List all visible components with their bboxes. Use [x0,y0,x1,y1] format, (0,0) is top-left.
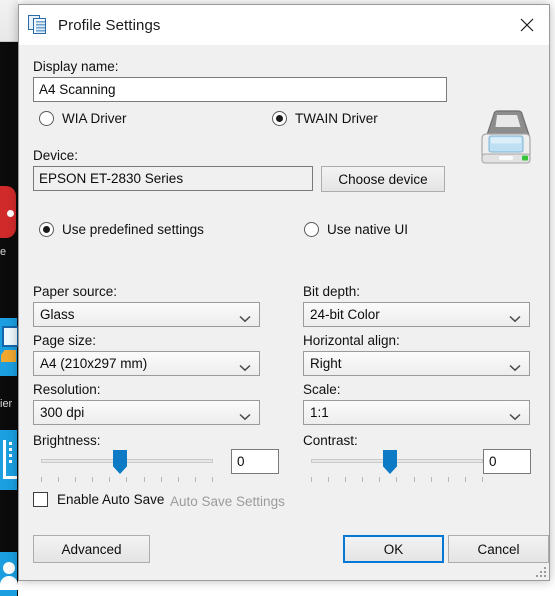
enable-auto-save-label: Enable Auto Save [57,492,165,507]
brightness-slider-ticks [41,477,213,483]
contrast-slider[interactable] [311,450,483,483]
page-size-value: A4 (210x297 mm) [40,356,148,371]
paper-source-label: Paper source: [33,284,118,299]
background-app-icon-teal [0,430,17,490]
radio-indicator-twain [272,111,287,126]
chevron-down-icon [239,409,251,420]
device-input[interactable]: EPSON ET-2830 Series [33,166,313,191]
display-name-label: Display name: [33,59,119,74]
horizontal-align-select[interactable]: Right [303,351,530,376]
contrast-value-input[interactable]: 0 [483,449,531,474]
contrast-slider-thumb[interactable] [383,450,397,474]
profile-settings-dialog: Profile Settings Display name: A4 Scanni… [18,4,550,581]
radio-label-twain: TWAIN Driver [295,111,378,126]
bit-depth-label: Bit depth: [303,284,361,299]
device-label: Device: [33,148,79,163]
contrast-label: Contrast: [303,433,358,448]
radio-twain-driver[interactable]: TWAIN Driver [272,111,378,126]
chevron-down-icon [509,360,521,371]
contrast-slider-track[interactable] [311,459,483,463]
dialog-body: Display name: A4 Scanning WIA Driver TWA… [19,45,549,580]
radio-indicator-wia [39,111,54,126]
cancel-button[interactable]: Cancel [448,535,549,563]
scale-value: 1:1 [310,405,329,420]
background-app-icon-blue [0,318,19,376]
scale-select[interactable]: 1:1 [303,400,530,425]
background-avatar-icon [0,552,18,596]
ok-button[interactable]: OK [343,535,444,563]
radio-label-wia: WIA Driver [62,111,127,126]
advanced-button[interactable]: Advanced [33,535,150,563]
radio-indicator-native-ui [304,222,319,237]
radio-use-native-ui[interactable]: Use native UI [304,222,408,237]
radio-wia-driver[interactable]: WIA Driver [39,111,127,126]
scale-label: Scale: [303,382,341,397]
contrast-slider-ticks [311,477,483,483]
bit-depth-select[interactable]: 24-bit Color [303,302,530,327]
display-name-input[interactable]: A4 Scanning [33,77,447,102]
brightness-slider-thumb[interactable] [113,450,127,474]
horizontal-align-label: Horizontal align: [303,333,400,348]
flatbed-scanner-icon [475,105,537,171]
background-app-icon-red [0,186,16,238]
page-size-label: Page size: [33,333,97,348]
profile-documents-icon [27,14,49,36]
brightness-slider[interactable] [41,450,213,483]
chevron-down-icon [239,360,251,371]
radio-indicator-predefined [39,222,54,237]
enable-auto-save-checkbox[interactable] [33,492,48,507]
background-text-fragment-2: ier [0,398,13,410]
brightness-value-input[interactable]: 0 [231,449,279,474]
resolution-value: 300 dpi [40,405,85,420]
auto-save-settings-button[interactable]: Auto Save Settings [170,494,285,509]
paper-source-value: Glass [40,307,75,322]
radio-use-predefined-settings[interactable]: Use predefined settings [39,222,204,237]
resolution-label: Resolution: [33,382,101,397]
bit-depth-value: 24-bit Color [310,307,380,322]
radio-label-predefined: Use predefined settings [62,222,204,237]
enable-auto-save-checkbox-row[interactable]: Enable Auto Save [33,492,164,507]
horizontal-align-value: Right [310,356,342,371]
radio-label-native-ui: Use native UI [327,222,409,237]
chevron-down-icon [509,311,521,322]
page-size-select[interactable]: A4 (210x297 mm) [33,351,260,376]
dialog-titlebar: Profile Settings [19,5,549,45]
brightness-slider-track[interactable] [41,459,213,463]
close-icon[interactable] [504,5,549,45]
chevron-down-icon [509,409,521,420]
choose-device-button[interactable]: Choose device [321,166,445,192]
background-window-strip [0,0,18,42]
resize-grip[interactable] [534,565,546,577]
dialog-title: Profile Settings [58,16,161,34]
background-text-fragment: e [0,246,7,258]
resolution-select[interactable]: 300 dpi [33,400,260,425]
paper-source-select[interactable]: Glass [33,302,260,327]
chevron-down-icon [239,311,251,322]
brightness-label: Brightness: [33,433,101,448]
